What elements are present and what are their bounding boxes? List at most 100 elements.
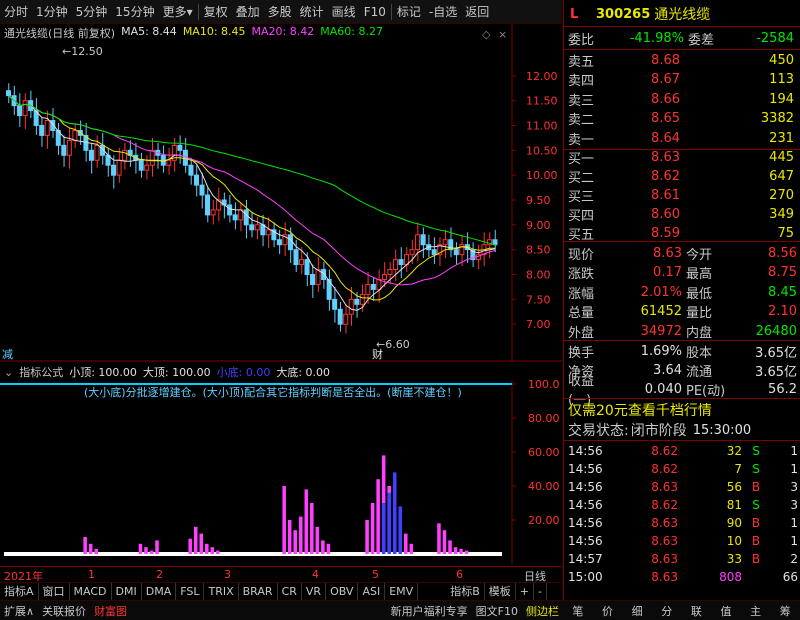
y-tick-label: 11.50: [526, 95, 558, 108]
indicator-tab-12[interactable]: EMV: [385, 582, 419, 601]
status-mid-0[interactable]: 新用户福利专享: [387, 603, 472, 619]
tick-volume: 10: [726, 534, 742, 548]
toolbar-btn-3[interactable]: 15分钟: [111, 0, 158, 24]
status-left-0[interactable]: 扩展∧: [0, 603, 38, 619]
fund-label: 股本: [686, 345, 713, 361]
status-left-1[interactable]: 关联报价: [38, 603, 90, 619]
ma5-legend: MA5: 8.44: [121, 25, 177, 38]
candle-body: [260, 224, 266, 236]
toolbar-btn-5[interactable]: 复权: [200, 0, 232, 24]
event-tag-left[interactable]: 减: [2, 348, 13, 361]
status-mid-1[interactable]: 图文F10: [472, 603, 522, 619]
bid-row-4[interactable]: 买五 8.59 75: [564, 223, 800, 243]
tick-price: 8.63: [651, 570, 678, 584]
status-mid-2[interactable]: 侧边栏: [522, 603, 563, 619]
toolbar-btn-6[interactable]: 叠加: [232, 0, 264, 24]
signal-bar: [205, 543, 209, 554]
bid-volume: 445: [769, 149, 794, 165]
bid-row-3[interactable]: 买四 8.60 349: [564, 204, 800, 224]
ask-label: 卖一: [568, 132, 595, 148]
toolbar-btn-0[interactable]: 分时: [0, 0, 32, 24]
ask-row-0[interactable]: 卖五 8.68 450: [564, 50, 800, 70]
candle-body: [310, 274, 316, 285]
toolbar-btn-7[interactable]: 多股: [264, 0, 296, 24]
period-label[interactable]: 日线: [524, 568, 546, 584]
panel-switch-2[interactable]: 细: [628, 603, 647, 619]
collapse-icon[interactable]: ⌄: [0, 366, 13, 379]
toolbar-btn-4[interactable]: 更多▾: [159, 0, 197, 24]
indicator-tab-11[interactable]: ASI: [358, 582, 386, 601]
indicator-tab-9[interactable]: VR: [302, 582, 327, 601]
promo-text[interactable]: 仅需20元查看千档行情: [564, 400, 712, 420]
candle-body: [370, 283, 376, 290]
candle-body: [343, 313, 349, 325]
tick-count: 1: [790, 534, 798, 548]
ask-row-3[interactable]: 卖二 8.65 3382: [564, 109, 800, 129]
indicator-tab-4[interactable]: DMA: [142, 582, 177, 601]
status-left-2[interactable]: 财富图: [90, 603, 131, 619]
promo-row[interactable]: 仅需20元查看千档行情: [564, 400, 800, 420]
fund-row-2: 收益(一) 0.040 PE(动) 56.2: [564, 374, 800, 408]
quote-label: 内盘: [686, 325, 713, 341]
ask-row-4[interactable]: 卖一 8.64 231: [564, 128, 800, 148]
y-tick-label: 7.00: [526, 318, 551, 331]
indicator-tab-3[interactable]: DMI: [112, 582, 142, 601]
close-icon[interactable]: ×: [498, 28, 507, 41]
toolbar-btn-12[interactable]: -自选: [425, 0, 461, 24]
panel-switch-4[interactable]: 联: [687, 603, 706, 619]
ask-row-1[interactable]: 卖四 8.67 113: [564, 70, 800, 90]
toolbar-btn-2[interactable]: 5分钟: [72, 0, 112, 24]
panel-switch-5[interactable]: 值: [716, 603, 735, 619]
signal-bar: [199, 533, 204, 554]
tick-price: 8.62: [651, 462, 678, 476]
kline-chart[interactable]: 12.00 11.50 11.00 10.50 10.00 9.50 9.00 8.50 8.0…: [0, 24, 562, 362]
indicator-tab-2[interactable]: MACD: [70, 582, 112, 601]
ask-price: 8.68: [651, 52, 680, 68]
indicator-formula[interactable]: 指标公式: [19, 364, 63, 380]
toolbar-btn-10[interactable]: F10: [360, 0, 390, 24]
bid-row-0[interactable]: 买一 8.63 445: [564, 147, 800, 167]
toolbar-btn-8[interactable]: 统计: [296, 0, 328, 24]
indicator-tab-16[interactable]: -: [534, 582, 547, 601]
panel-switch-7[interactable]: 筹: [776, 603, 795, 619]
settings-icon[interactable]: ◇: [482, 28, 491, 41]
toolbar-btn-9[interactable]: 画线: [328, 0, 360, 24]
bid-row-1[interactable]: 买二 8.62 647: [564, 166, 800, 186]
indicator-tab-7[interactable]: BRAR: [239, 582, 278, 601]
quote-label: 最高: [686, 267, 713, 282]
indicator-tab-8[interactable]: CR: [278, 582, 302, 601]
toolbar-btn-11[interactable]: 标记: [393, 0, 425, 24]
fund-value: 3.64: [653, 362, 682, 378]
candle-body: [409, 249, 415, 256]
toolbar-btn-1[interactable]: 1分钟: [32, 0, 72, 24]
tick-side: B: [751, 516, 761, 530]
bid-row-2[interactable]: 买三 8.61 270: [564, 185, 800, 205]
stock-name: 通光线缆: [654, 7, 711, 23]
indicator-tab-14[interactable]: 模板: [485, 582, 516, 601]
tick-row: 14:56 8.63 10 B 1: [564, 531, 800, 551]
candle-body: [39, 124, 45, 136]
indicator-tab-0[interactable]: 指标A: [0, 582, 39, 601]
indicator-tab-10[interactable]: OBV: [326, 582, 359, 601]
signal-bar: [404, 533, 408, 554]
candle-body: [144, 164, 150, 171]
indicator-tab-13[interactable]: 指标B: [446, 582, 485, 601]
panel-switch-6[interactable]: 主: [746, 603, 765, 619]
toolbar-btn-13[interactable]: 返回: [461, 0, 493, 24]
indicator-tab-6[interactable]: TRIX: [204, 582, 239, 601]
signal-bar: [144, 547, 148, 554]
signal-bar: [155, 540, 159, 554]
ask-row-2[interactable]: 卖三 8.66 194: [564, 89, 800, 109]
quote-label: 最低: [686, 286, 713, 302]
fund-value: 3.65亿: [755, 345, 797, 361]
panel-switch-0[interactable]: 笔: [568, 603, 587, 619]
panel-switch-1[interactable]: 价: [598, 603, 617, 619]
indicator-tab-1[interactable]: 窗口: [39, 582, 70, 601]
indicator-tab-5[interactable]: FSL: [176, 582, 205, 601]
fund-value: 3.65亿: [755, 364, 797, 380]
indicator-tab-15[interactable]: +: [516, 582, 534, 601]
event-tag-finance[interactable]: 财: [372, 347, 383, 361]
candle-body: [94, 144, 100, 161]
panel-switch-3[interactable]: 分: [657, 603, 676, 619]
trade-state-label: 交易状态:: [568, 423, 629, 439]
